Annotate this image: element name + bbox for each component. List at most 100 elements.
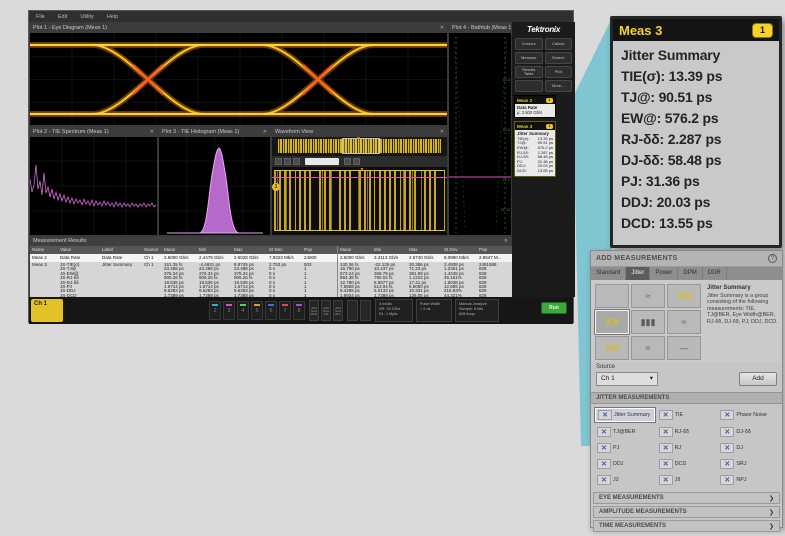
help-icon[interactable]: ? [768, 254, 777, 263]
add-button[interactable]: Add [739, 372, 777, 386]
menu-edit[interactable]: Edit [58, 14, 67, 20]
trigger-position-icon[interactable]: ▼ [356, 137, 361, 142]
plot-title-bar[interactable]: Plot 2 - TIE Spectrum (Meas 1) ✕ [30, 127, 157, 137]
channel-8-button[interactable]: 8 [293, 301, 305, 320]
thumbnail-tile[interactable]: ≈ [631, 336, 665, 360]
tab-ddr[interactable]: DDR [703, 267, 727, 280]
callout-button[interactable]: Callout [545, 38, 573, 50]
more-button[interactable]: More... [545, 80, 573, 92]
channel-1-badge[interactable]: Ch 1 [31, 299, 63, 322]
thumbnail-tile-selected[interactable]: ✕✕ [595, 310, 629, 334]
thumbnail-tile-eye[interactable]: ✕✕ [667, 284, 701, 308]
source-dropdown[interactable]: Ch 1 ▾ [596, 372, 658, 386]
thumbnail-tile[interactable]: ▮▮▮ [631, 310, 665, 334]
measurement-icon: ✕ [720, 443, 734, 453]
meas-item-npj[interactable]: ✕NPJ [718, 474, 778, 486]
tab-power[interactable]: Power [650, 267, 678, 280]
meas2-badge[interactable]: Meas 2 1 Data Rate μ: 2.500 Gb/s [514, 95, 556, 118]
meas-item-tj-ber[interactable]: ✕TJ@BER [595, 426, 655, 438]
channel-7-button[interactable]: 7 [279, 301, 291, 320]
section-eye-measurements[interactable]: EYE MEASUREMENTS❯ [593, 492, 780, 504]
cursors-button[interactable]: Cursors [515, 38, 543, 50]
meas-item-j2[interactable]: ✕J2 [595, 474, 655, 486]
run-button[interactable]: Run [541, 302, 567, 314]
horizontal-badge[interactable]: 4 ns/div SR: 25 GS/s RL: 1 Mpts [375, 299, 413, 322]
menu-help[interactable]: Help [107, 14, 118, 20]
toolbar-button[interactable] [293, 158, 300, 165]
channel-2-button[interactable]: 2 [209, 301, 221, 320]
acquisition-badge[interactable]: Manual, Analyze Sample: 8 bits 828 Acqs [455, 299, 499, 322]
meas-item-dcd[interactable]: ✕DCD [657, 458, 717, 470]
ch1-nrz-waveform [274, 170, 445, 231]
section-time-measurements[interactable]: TIME MEASUREMENTS❯ [593, 520, 780, 532]
measurement-icon: ✕ [720, 475, 734, 485]
close-icon[interactable]: ✕ [150, 127, 154, 137]
channel-4-button[interactable]: 4 [237, 301, 249, 320]
table-row[interactable]: Meas 2Data Rate Data RateCh 1 2.5000 Gb/… [30, 254, 511, 262]
toolbar-button[interactable] [353, 158, 360, 165]
plot-title-bar[interactable]: Plot 3 - TIE Histogram (Meas 1) ✕ [159, 127, 270, 137]
meas-item-jitter-summary[interactable]: ✕Jitter Summary [595, 408, 655, 422]
toolbar-button[interactable] [275, 158, 282, 165]
thumbnail-tile[interactable]: ≈ [667, 310, 701, 334]
close-icon[interactable]: ✕ [263, 127, 267, 137]
utility-button[interactable] [347, 300, 358, 321]
section-jitter-measurements[interactable]: JITTER MEASUREMENTS [591, 392, 782, 404]
meas-item-pj[interactable]: ✕PJ [595, 442, 655, 454]
meas3-badge[interactable]: Meas 3 1 Jitter Summary TIE(σ):13.39 ps … [514, 121, 556, 176]
tab-standard[interactable]: Standard [591, 267, 626, 280]
channel-6-button[interactable]: 6 [265, 301, 277, 320]
results-title-bar[interactable]: Measurement Results ✕ [30, 237, 511, 246]
meas-item-j9[interactable]: ✕J9 [657, 474, 717, 486]
add-new-bus-button[interactable]: Add New Bus [333, 300, 343, 321]
results-table-button[interactable]: Results Table [515, 66, 543, 78]
section-amplitude-measurements[interactable]: AMPLITUDE MEASUREMENTS❯ [593, 506, 780, 518]
plot-title-bar[interactable]: Waveform View ✕ [272, 127, 447, 137]
ch1-waveform-handle[interactable]: 1 [272, 183, 280, 191]
callout-stat-row: TIE(σ): 13.39 ps [621, 66, 771, 87]
plot-title-bar[interactable]: Plot 1 - Eye Diagram (Meas 1) ✕ [30, 23, 447, 33]
table-row[interactable]: Meas 3JS-TIE(σ) JS-TJ@ JS-EW@ JS-RJ-δδ J… [30, 262, 511, 298]
close-icon[interactable]: ✕ [440, 127, 444, 137]
plot-title-bar[interactable]: Plot 4 - Bathtub (Meas 1) ✕ [449, 23, 511, 33]
meas-item-rj-dd[interactable]: ✕RJ-δδ [657, 426, 717, 438]
thumbnail-tile[interactable]: ≈ [631, 284, 665, 308]
measurement-description: Jitter Summary Jitter Summary is a group… [707, 285, 780, 359]
measure-button[interactable]: Measure [515, 52, 543, 64]
tab-dpm[interactable]: DPM [678, 267, 702, 280]
menu-file[interactable]: File [36, 14, 45, 20]
thumbnail-tile-eye[interactable]: ✕✕ [595, 336, 629, 360]
channel-3-button[interactable]: 3 [223, 301, 235, 320]
waveform-main-area[interactable]: 1 ▼ [272, 167, 447, 235]
tab-jitter[interactable]: Jitter [626, 267, 650, 280]
utility-button[interactable] [360, 300, 371, 321]
meas-item-srj[interactable]: ✕SRJ [718, 458, 778, 470]
meas-item-dj[interactable]: ✕DJ [718, 442, 778, 454]
toolbar-button[interactable] [344, 158, 351, 165]
toolbar-button[interactable] [284, 158, 291, 165]
search-button[interactable]: Search [545, 52, 573, 64]
meas-item-phase-noise[interactable]: ✕Phase Noise [718, 408, 778, 422]
badge-measurement-value: μ: 2.500 Gb/s [517, 110, 553, 115]
badge-name: Meas 2 [517, 98, 532, 103]
add-new-math-button[interactable]: Add New Math [309, 300, 319, 321]
add-new-ref-button[interactable]: Add New Ref [321, 300, 331, 321]
zoom-selection-window[interactable] [342, 138, 380, 154]
close-icon[interactable]: ✕ [440, 23, 444, 33]
meas-item-rj[interactable]: ✕RJ [657, 442, 717, 454]
menu-utility[interactable]: Utility [80, 14, 93, 20]
close-icon[interactable]: ✕ [504, 237, 508, 246]
draw-a-box-icon[interactable] [515, 80, 543, 92]
trigger-badge[interactable]: Pulse Width < 2 ns [416, 299, 452, 322]
measurement-icon: ✕ [597, 475, 611, 485]
meas-item-dj-dd[interactable]: ✕DJ-δδ [718, 426, 778, 438]
waveform-overview[interactable]: ▼ [272, 137, 447, 156]
meas-item-tie[interactable]: ✕TIE [657, 408, 717, 422]
thumbnail-tile[interactable] [595, 284, 629, 308]
meas-item-ddj[interactable]: ✕DDJ [595, 458, 655, 470]
thumbnail-tile[interactable]: — [667, 336, 701, 360]
results-header-row: NameValue LabelSource MeanMin MaxSt Dev … [30, 246, 511, 254]
channel-5-button[interactable]: 5 [251, 301, 263, 320]
plot-button[interactable]: Plot [545, 66, 573, 78]
callout-stat-row: DDJ: 20.03 ps [621, 192, 771, 213]
